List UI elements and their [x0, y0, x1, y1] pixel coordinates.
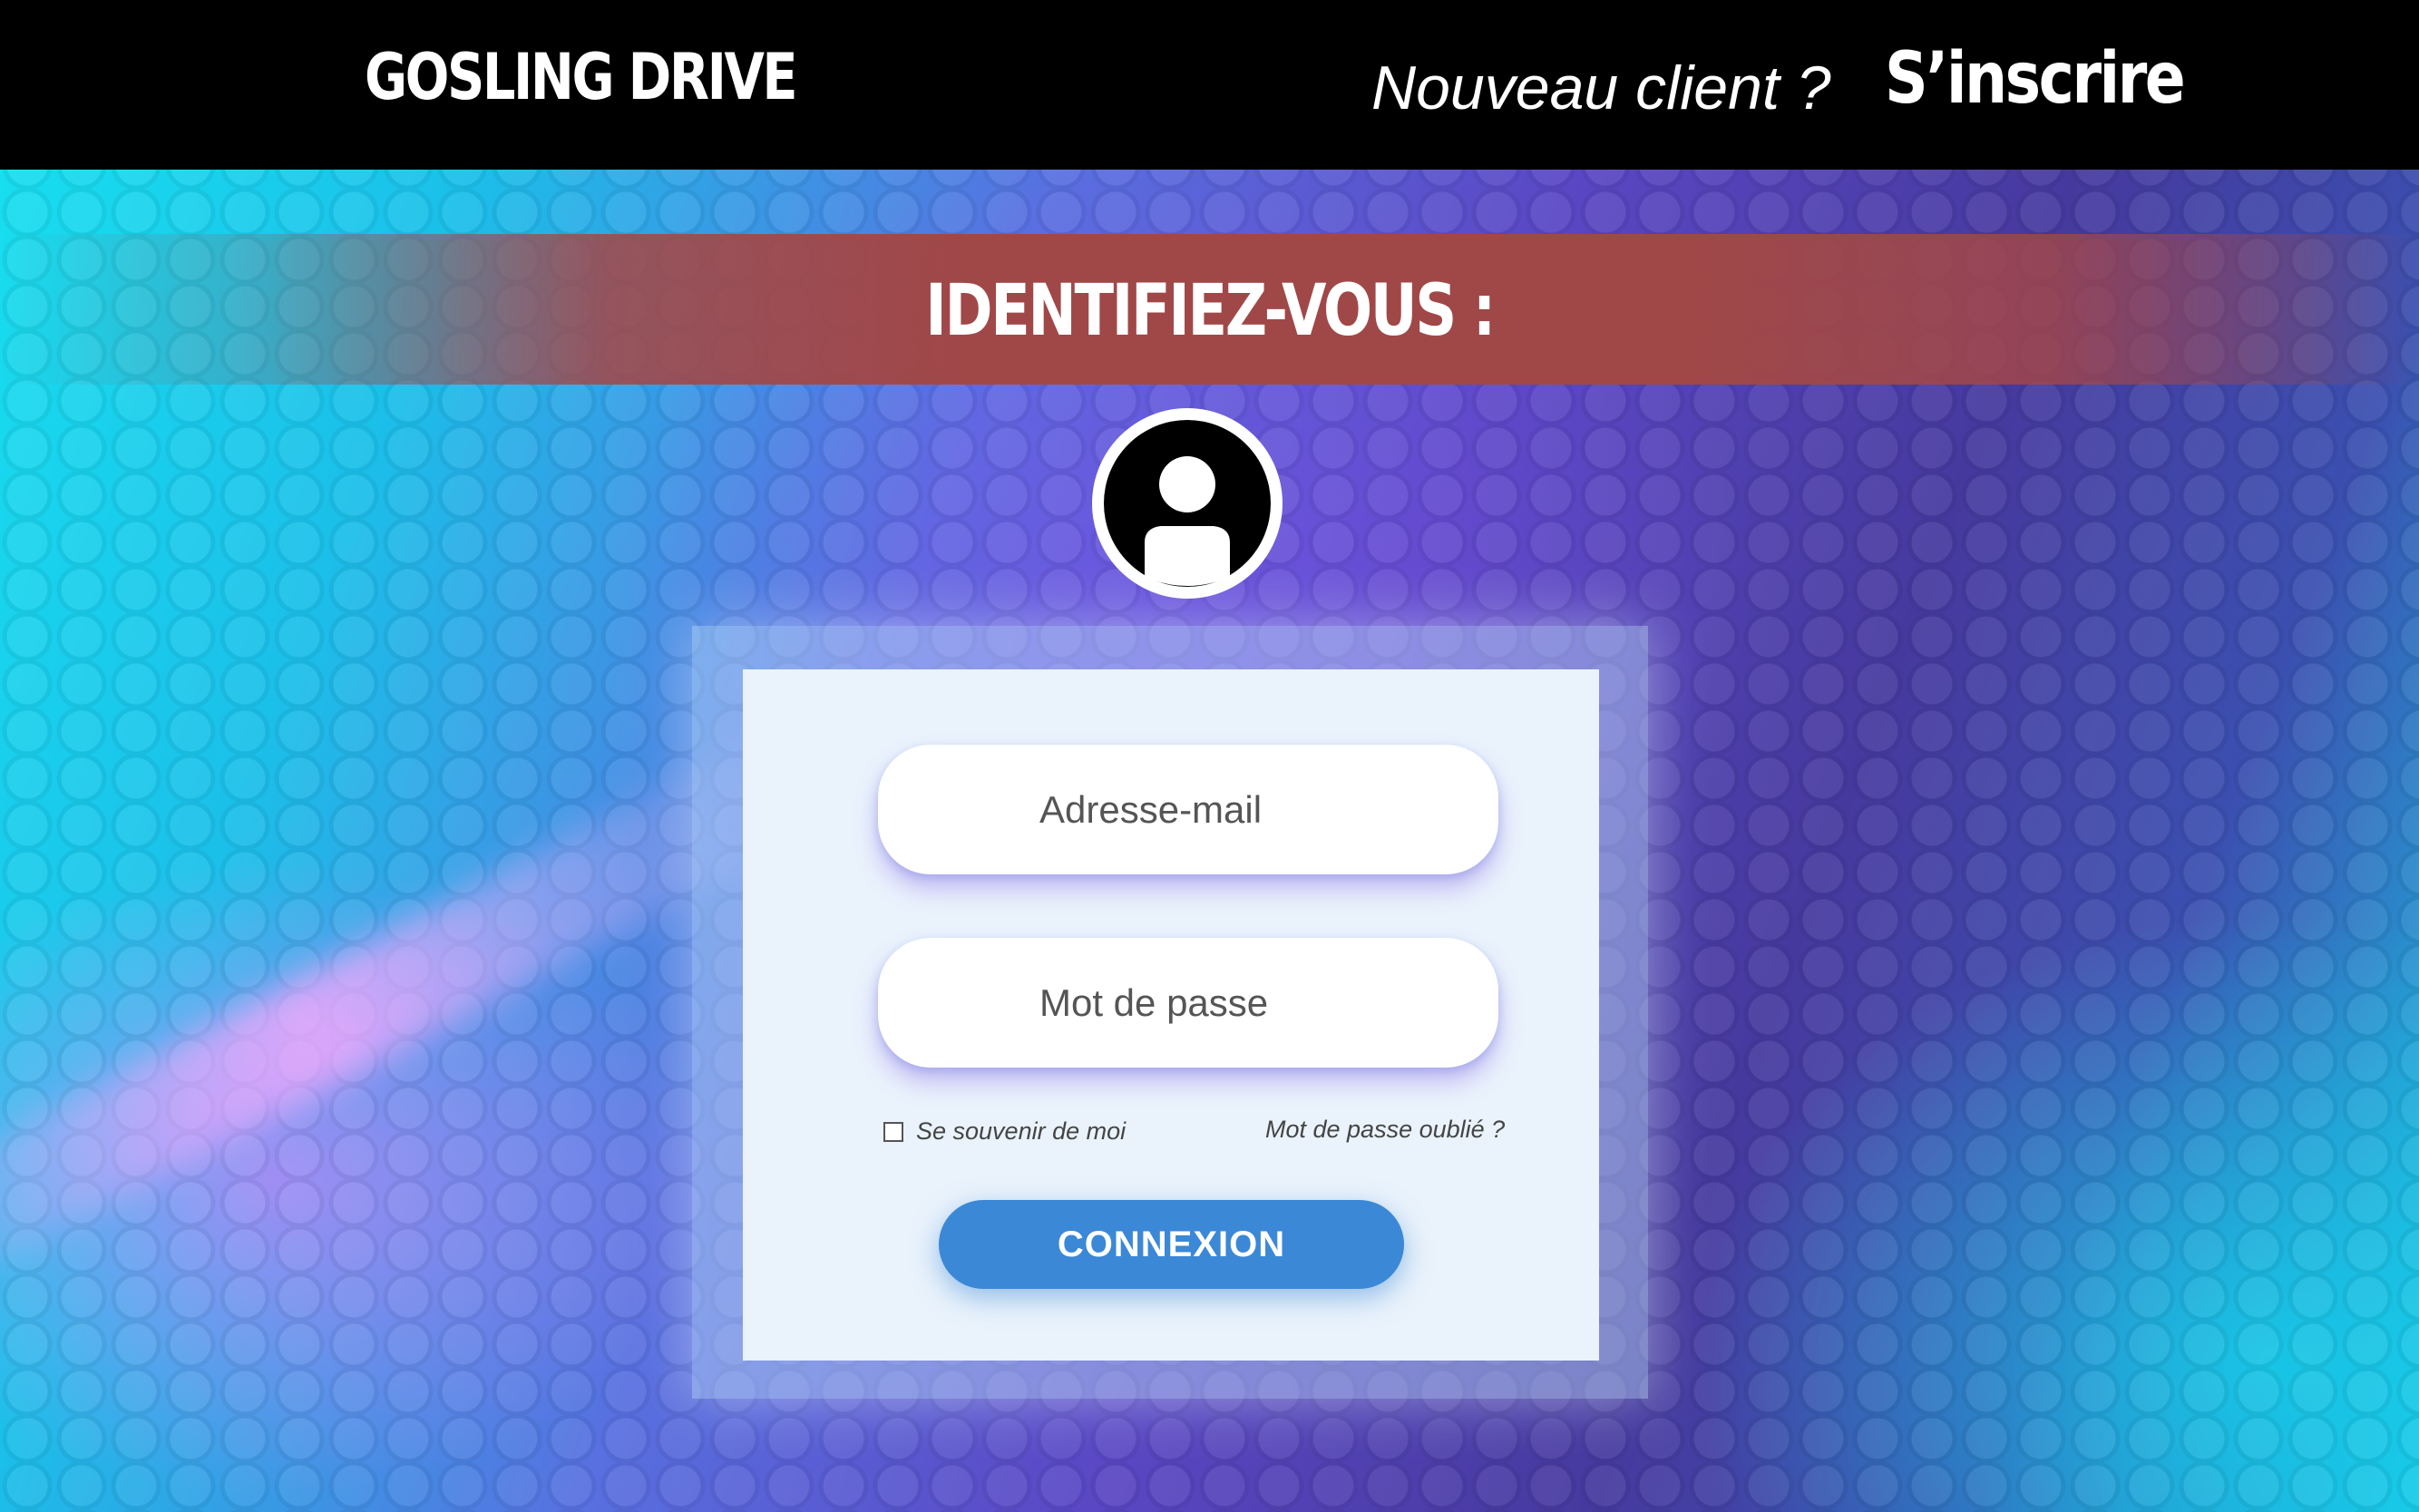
- forgot-password-link[interactable]: Mot de passe oublié ?: [1265, 1116, 1505, 1144]
- page-title: IDENTIFIEZ-VOUS :: [925, 270, 1496, 352]
- password-field[interactable]: [878, 938, 1498, 1068]
- top-bar: GOSLING DRIVE Nouveau client ? S’inscrir…: [0, 0, 2419, 170]
- remember-me[interactable]: Se souvenir de moi: [883, 1117, 1126, 1146]
- remember-label: Se souvenir de moi: [916, 1117, 1127, 1145]
- user-avatar-icon: [1092, 408, 1283, 599]
- new-client-text: Nouveau client ?: [1371, 54, 1831, 122]
- signup-link[interactable]: S’inscrire: [1885, 38, 2186, 120]
- brand-logo: GOSLING DRIVE: [365, 40, 798, 114]
- email-field[interactable]: [878, 745, 1498, 874]
- remember-checkbox[interactable]: [883, 1121, 903, 1142]
- login-button[interactable]: CONNEXION: [939, 1200, 1404, 1289]
